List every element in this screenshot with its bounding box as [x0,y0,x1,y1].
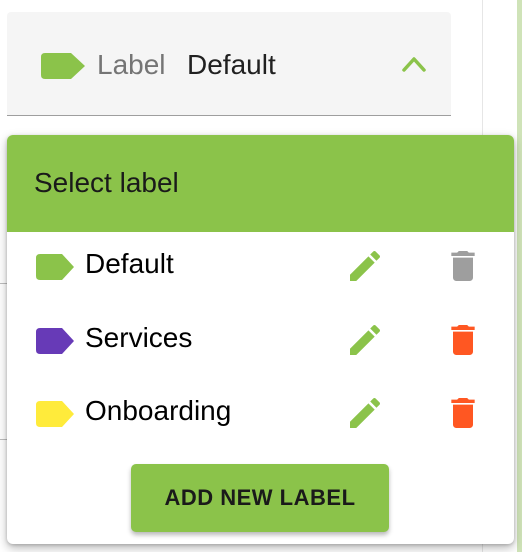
menu-title: Select label [34,167,179,198]
add-new-label-button[interactable]: ADD NEW LABEL [131,464,389,532]
label-tag-icon [36,328,74,359]
menu-header: Select label [7,135,514,232]
label-name: Services [85,322,193,353]
field-value: Default [187,49,276,80]
field-label: Label [97,49,166,80]
label-tag-icon [36,254,74,285]
label-select-field[interactable]: Label Default [7,12,451,116]
pencil-icon[interactable] [345,393,385,433]
pencil-icon[interactable] [345,246,385,286]
pencil-icon[interactable] [345,320,385,360]
chevron-up-icon[interactable] [401,54,427,74]
label-name: Onboarding [85,395,232,426]
label-row-default[interactable]: Default [7,232,514,304]
label-row-services[interactable]: Services [7,306,514,378]
label-tag-icon [36,401,74,432]
trash-icon [443,246,483,286]
label-name: Default [85,248,174,279]
trash-icon[interactable] [443,320,483,360]
label-row-onboarding[interactable]: Onboarding [7,379,514,451]
label-dropdown-menu: Select label Default Services Onboarding… [7,135,514,544]
background-accent-edge [517,0,522,552]
trash-icon[interactable] [443,393,483,433]
label-tag-icon [41,53,85,84]
